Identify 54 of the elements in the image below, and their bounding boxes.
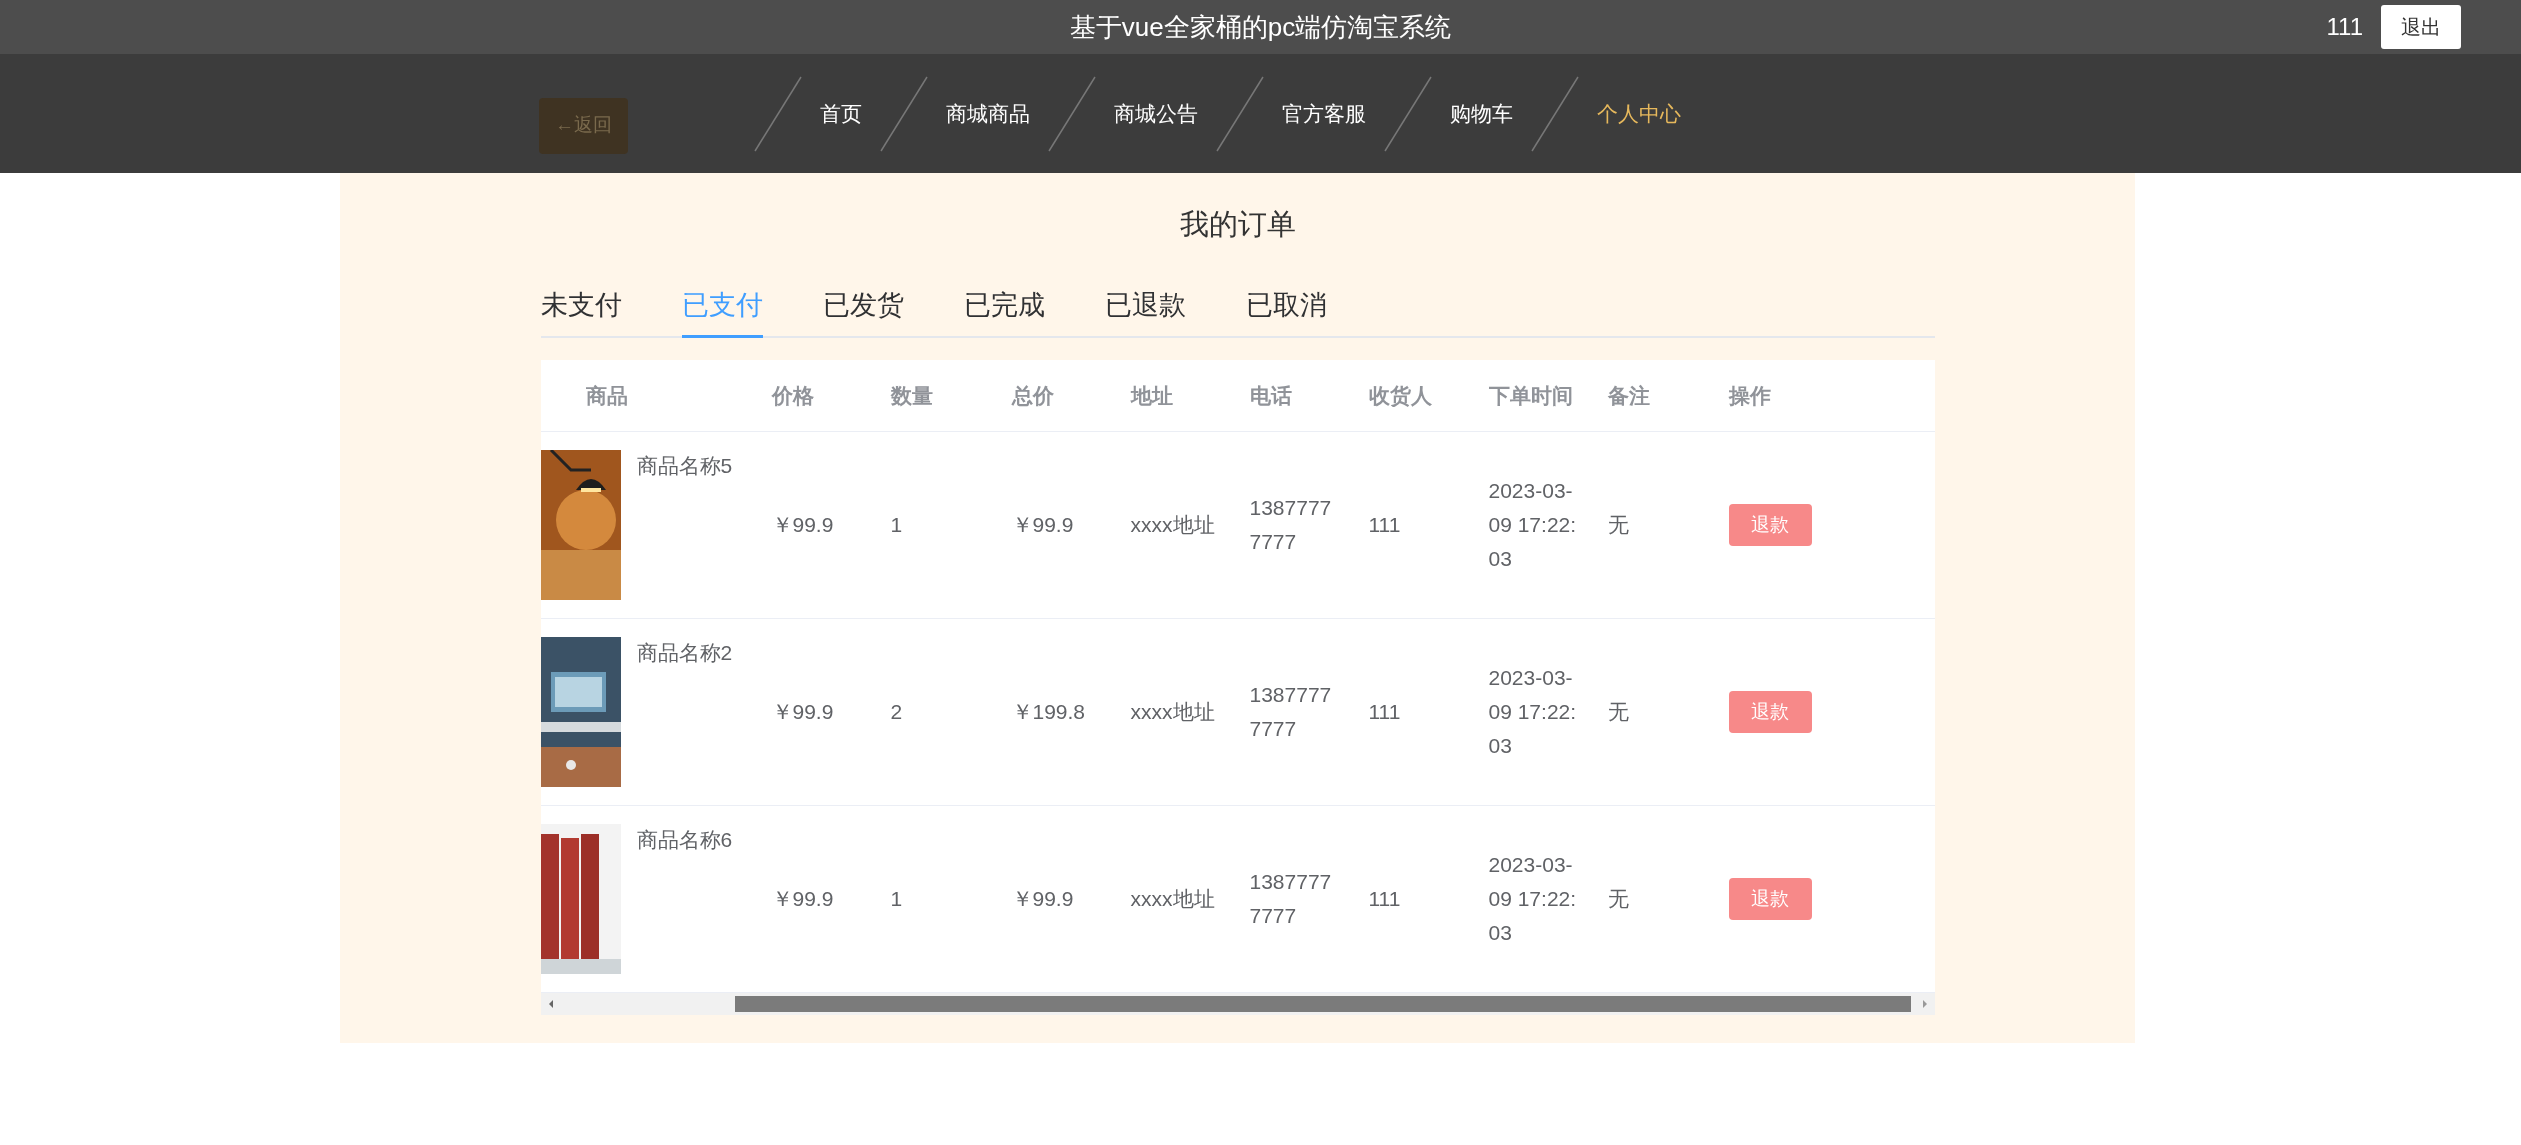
table-cell-text: 111 [1368, 699, 1402, 725]
column-header: 商品 [584, 382, 629, 409]
nav-link[interactable]: 商城公告 [1097, 97, 1215, 130]
table-cell-text: 13877777777 [1249, 495, 1333, 555]
right-arrow-icon[interactable] [1920, 999, 1929, 1009]
table-cell-text: 无 [1607, 512, 1630, 538]
table-cell-text: ￥99.9 [771, 699, 835, 725]
product-name: 商品名称5 [636, 453, 733, 479]
column-header: 价格 [771, 382, 815, 409]
table-cell-text: xxxx地址 [1130, 886, 1216, 912]
table-cell-text: 2023-03-09 17:22:03 [1488, 665, 1578, 759]
tab[interactable]: 已完成 [963, 284, 1045, 338]
column-header: 操作 [1728, 382, 1772, 409]
logout-button[interactable]: 退出 [2381, 5, 2461, 49]
username: 111 [2326, 12, 2363, 42]
table-cell-text: 111 [1368, 512, 1402, 538]
column-header: 电话 [1249, 382, 1293, 409]
table-cell-text: 13877777777 [1249, 869, 1333, 929]
column-header: 地址 [1130, 382, 1174, 409]
tab[interactable]: 已退款 [1104, 284, 1186, 338]
column-header: 收货人 [1368, 382, 1433, 409]
table-cell-text: 无 [1607, 699, 1630, 725]
table-cell-text: 2 [890, 699, 904, 725]
table-cell-text: 2023-03-09 17:22:03 [1488, 852, 1578, 946]
tab[interactable]: 未支付 [540, 284, 622, 338]
table-cell-text: ￥99.9 [771, 886, 835, 912]
table-cell-text: 1 [890, 886, 904, 912]
tab[interactable]: 已取消 [1245, 284, 1327, 338]
tab[interactable]: 已发货 [822, 284, 904, 338]
table-cell-text: ￥199.8 [1011, 699, 1087, 725]
column-header: 备注 [1607, 382, 1651, 409]
nav-link[interactable]: 商城商品 [929, 97, 1047, 130]
product-name: 商品名称6 [636, 827, 733, 853]
table-cell-text: 无 [1607, 886, 1630, 912]
table-cell-text: ￥99.9 [1011, 512, 1075, 538]
page-title: 我的订单 [1179, 207, 1296, 242]
column-header: 下单时间 [1488, 382, 1574, 409]
table-cell-text: 1 [890, 512, 904, 538]
table-cell-text: ￥99.9 [771, 512, 835, 538]
nav-link[interactable]: 购物车 [1433, 97, 1530, 130]
nav-link[interactable]: 官方客服 [1265, 97, 1383, 130]
horizontal-scrollbar[interactable] [540, 993, 1935, 1015]
table-cell-text: ￥99.9 [1011, 886, 1075, 912]
column-header: 数量 [890, 382, 934, 409]
column-header: 总价 [1011, 382, 1055, 409]
product-name: 商品名称2 [636, 640, 733, 666]
nav-link[interactable]: 个人中心 [1580, 97, 1698, 130]
nav-link[interactable]: 首页 [803, 97, 879, 130]
table-cell-text: 2023-03-09 17:22:03 [1488, 478, 1578, 572]
table-cell-text: xxxx地址 [1130, 699, 1216, 725]
table-cell-text: 111 [1368, 886, 1402, 912]
table-cell-text: xxxx地址 [1130, 512, 1216, 538]
site-title: 基于vue全家桶的pc端仿淘宝系统 [1069, 10, 1452, 44]
table-cell-text: 13877777777 [1249, 682, 1333, 742]
